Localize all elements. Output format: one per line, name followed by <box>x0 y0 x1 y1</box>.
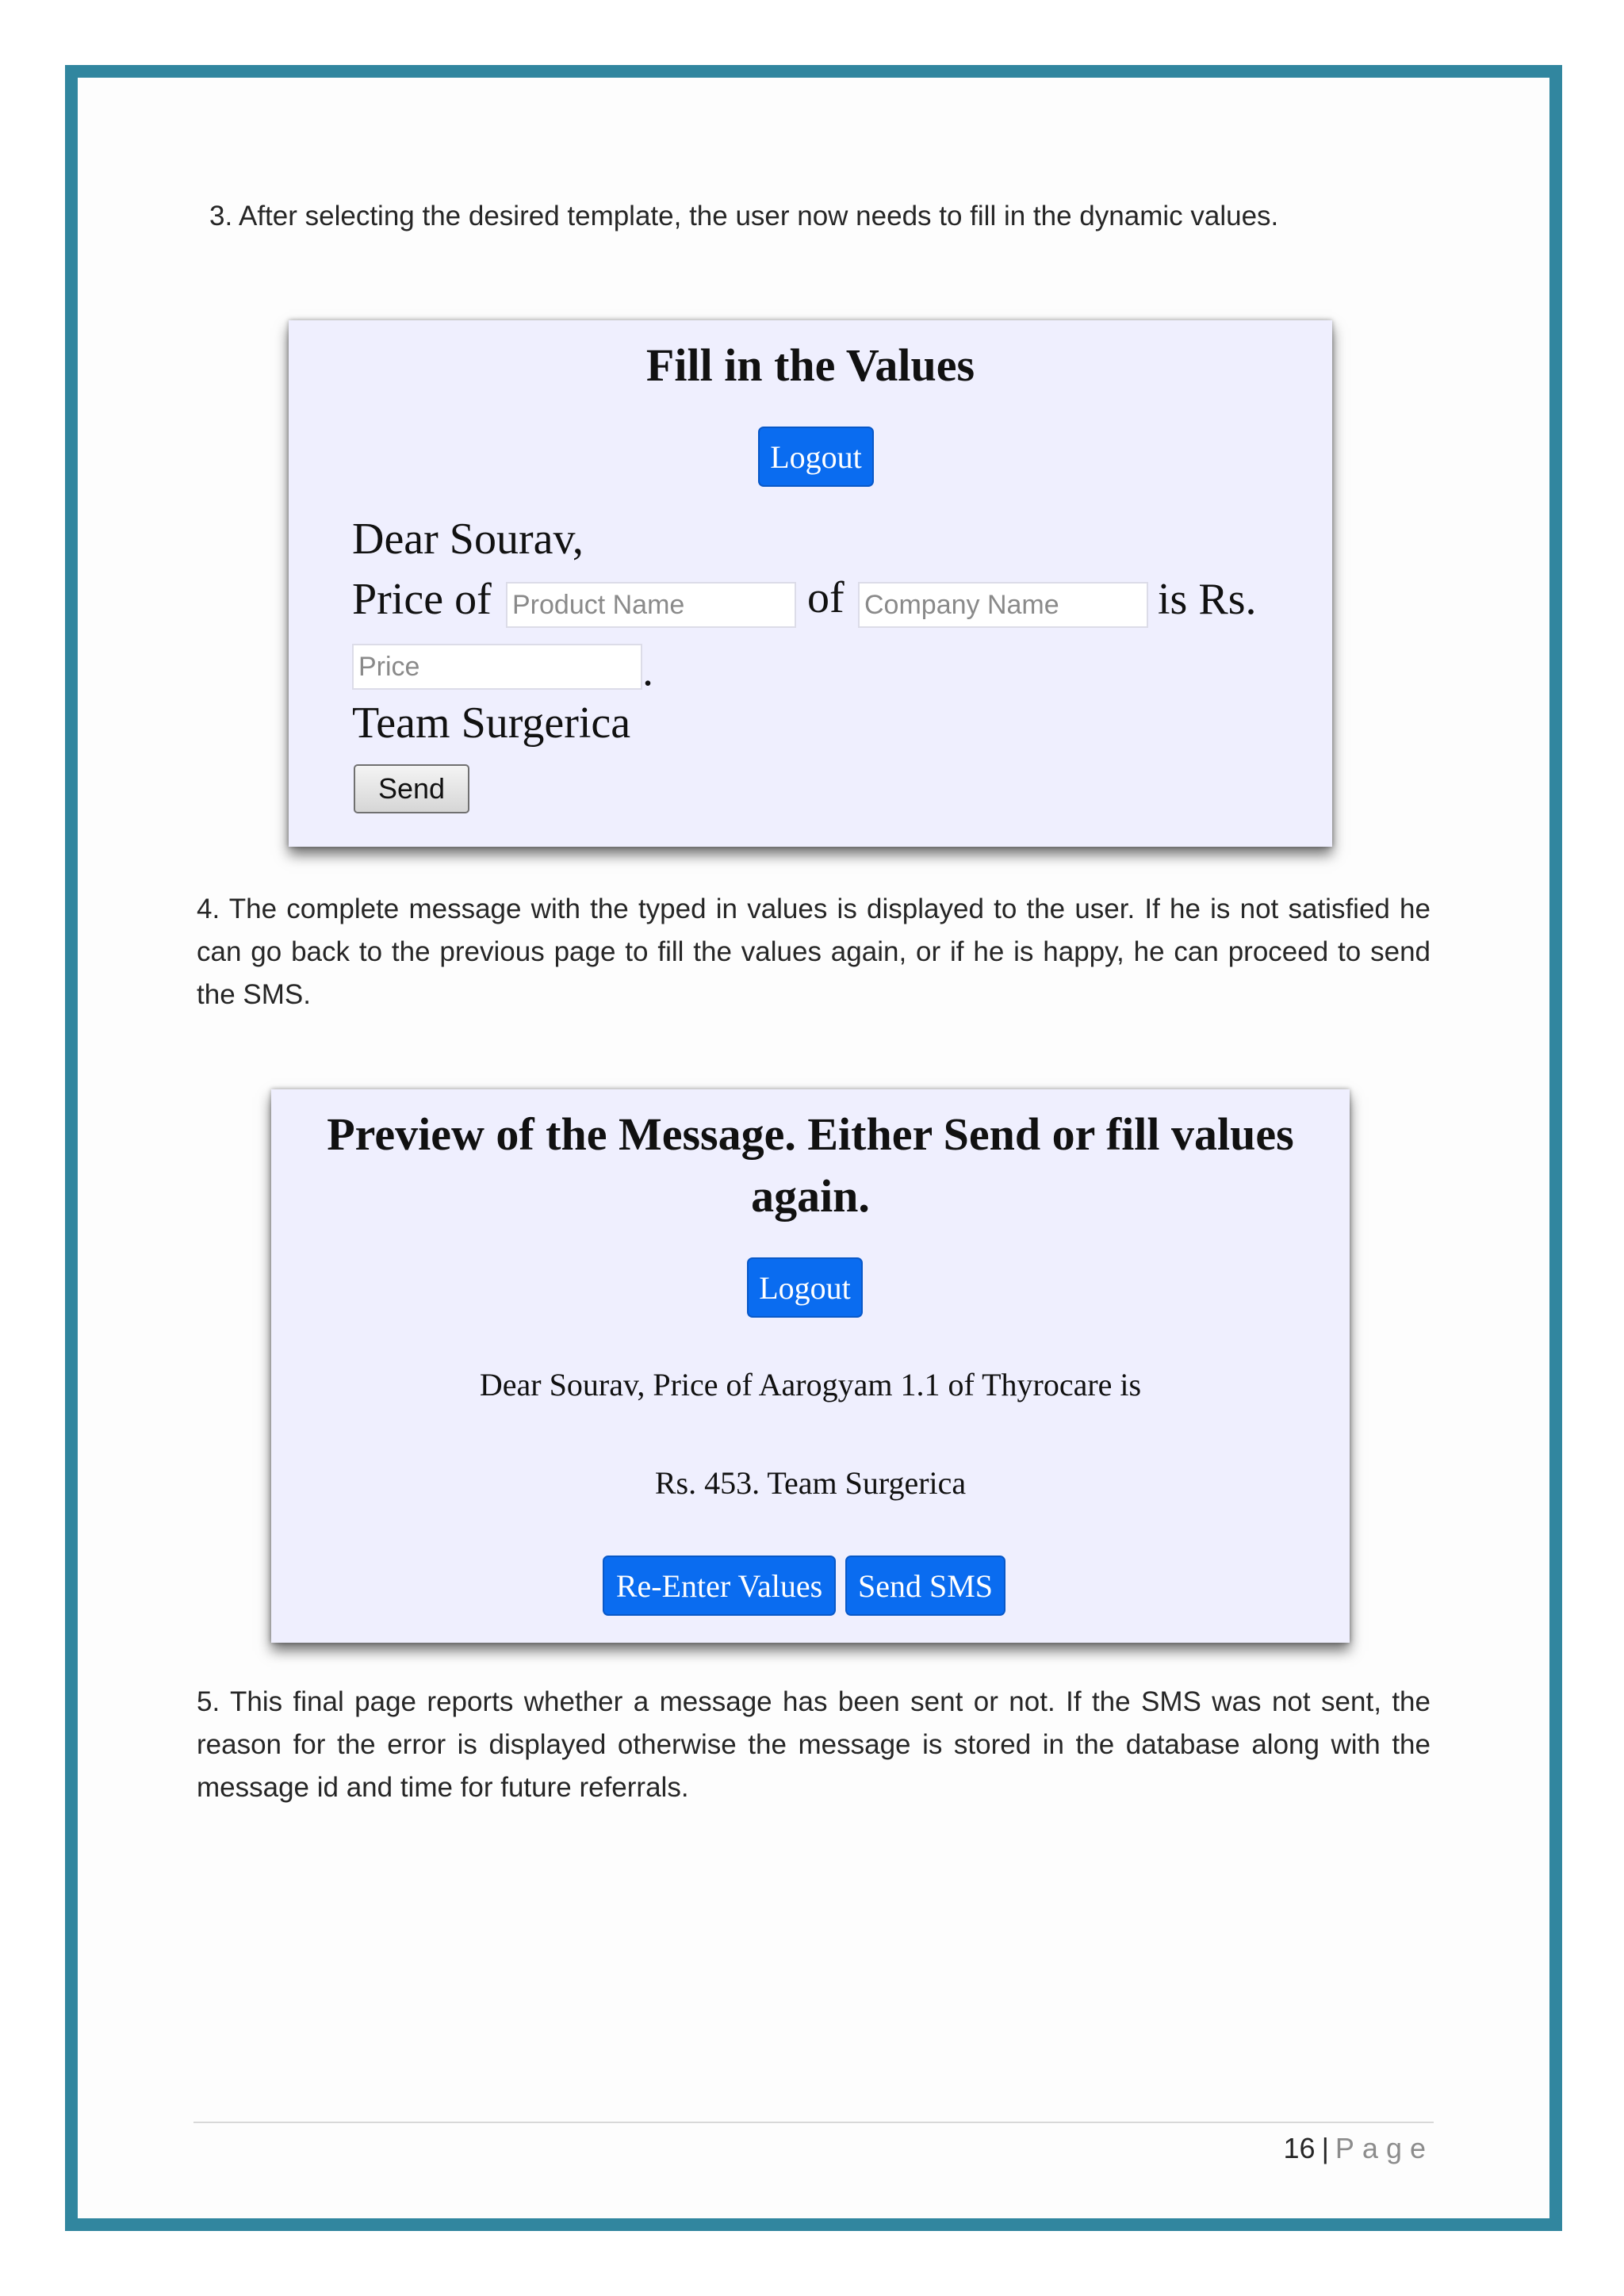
company-name-input[interactable] <box>858 582 1148 628</box>
period-text: . <box>642 646 653 695</box>
page-footer: 16 | Page <box>1284 2131 1434 2166</box>
step-3-text: 3. After selecting the desired template,… <box>209 201 1279 232</box>
send-button[interactable]: Send <box>354 764 469 813</box>
page-number: 16 <box>1283 2132 1316 2164</box>
product-name-input[interactable] <box>506 582 796 628</box>
logout-button[interactable]: Logout <box>747 1257 863 1318</box>
step-4-text: 4. The complete message with the typed i… <box>197 894 1431 1010</box>
re-enter-values-button[interactable]: Re-Enter Values <box>603 1556 836 1616</box>
preview-screenshot: Preview of the Message. Either Send or f… <box>271 1089 1350 1643</box>
of-label: of <box>807 573 845 622</box>
greeting-text: Dear Sourav, <box>352 515 584 564</box>
signoff-text: Team Surgerica <box>352 698 631 748</box>
message-line-1: Dear Sourav, Price of Aarogyam 1.1 of Th… <box>479 1367 1142 1402</box>
fill-values-screenshot: Fill in the Values Logout Dear Sourav, P… <box>289 320 1332 847</box>
footer-divider <box>193 2122 1434 2123</box>
message-line-2: Rs. 453. Team Surgerica <box>654 1465 967 1501</box>
price-of-label: Price of <box>352 575 492 624</box>
is-rs-label: is Rs. <box>1158 575 1257 624</box>
fill-values-title: Fill in the Values <box>645 339 975 391</box>
price-input[interactable] <box>352 644 642 690</box>
page-label: Page <box>1335 2132 1434 2164</box>
send-sms-button[interactable]: Send SMS <box>845 1556 1005 1616</box>
preview-title-line-1: Preview of the Message. Either Send or f… <box>327 1108 1294 1160</box>
preview-title-line-2: again. <box>751 1170 870 1222</box>
footer-separator: | <box>1321 2132 1329 2164</box>
logout-button[interactable]: Logout <box>758 427 874 487</box>
step-5-text: 5. This final page reports whether a mes… <box>197 1686 1431 1803</box>
